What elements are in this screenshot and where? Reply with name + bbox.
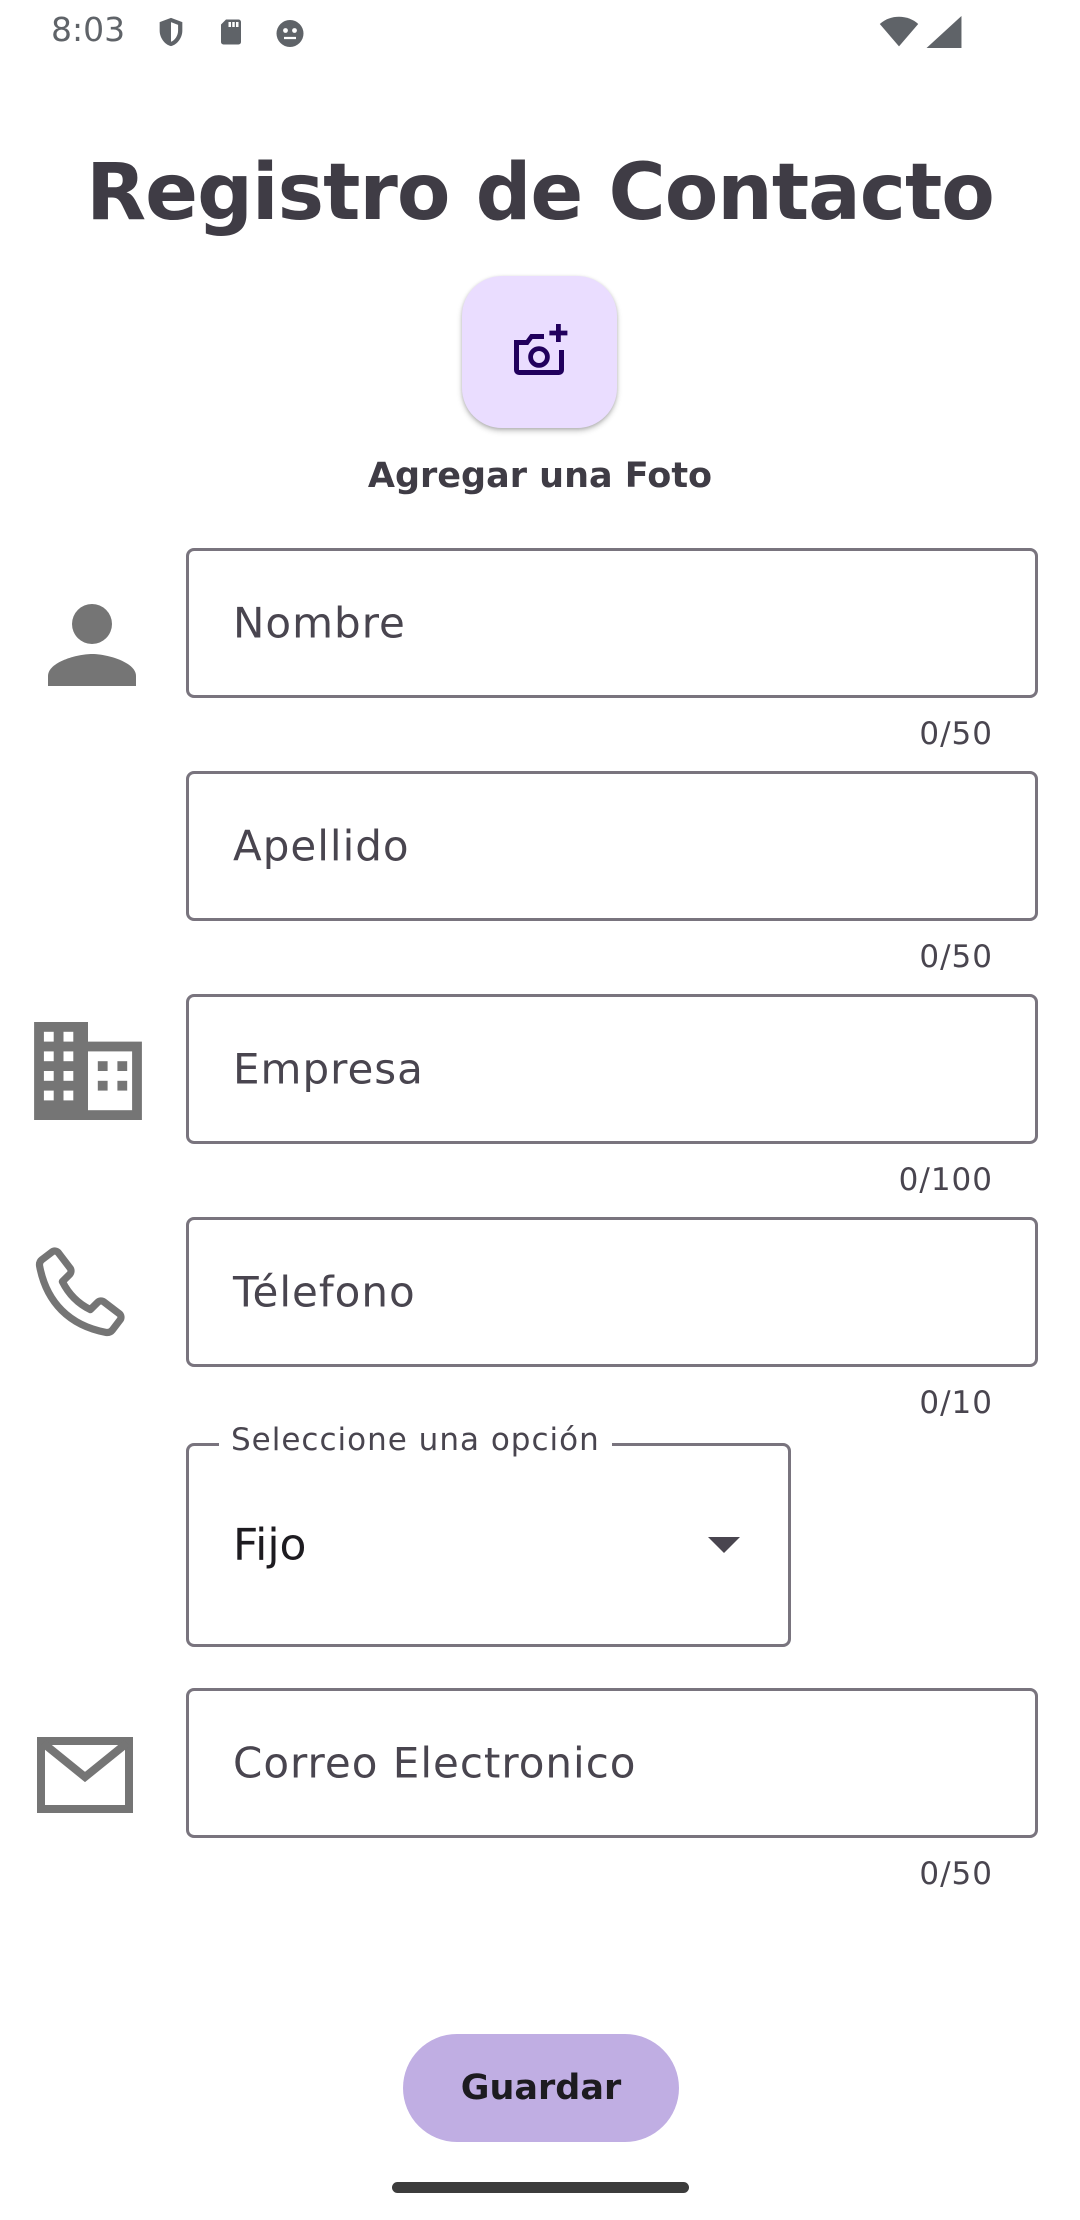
phone-type-label: Seleccione una opción — [219, 1422, 612, 1458]
phone-type-dropdown[interactable]: Seleccione una opción Fijo — [186, 1422, 791, 1647]
cell-signal-icon — [926, 16, 962, 52]
mail-icon — [37, 1737, 133, 1817]
first-name-counter: 0/50 — [919, 716, 993, 752]
sd-card-icon — [216, 14, 246, 54]
page-title: Registro de Contacto — [86, 148, 995, 238]
email-placeholder: Correo Electronico — [233, 1738, 637, 1788]
first-name-placeholder: Nombre — [233, 598, 406, 648]
person-icon — [48, 602, 136, 690]
shield-icon — [154, 14, 188, 54]
dropdown-arrow-icon[interactable] — [708, 1537, 740, 1553]
wifi-icon — [879, 16, 919, 52]
company-counter: 0/100 — [898, 1162, 993, 1198]
business-icon — [33, 1022, 143, 1124]
phone-type-value: Fijo — [233, 1519, 307, 1571]
status-bar: 8:03 — [0, 0, 1080, 64]
add-a-photo-icon — [510, 322, 570, 382]
phone-counter: 0/10 — [919, 1385, 993, 1421]
android-debug-icon — [272, 14, 308, 54]
gesture-navigation-bar[interactable] — [392, 2182, 689, 2193]
email-counter: 0/50 — [919, 1856, 993, 1892]
save-button[interactable]: Guardar — [403, 2034, 679, 2142]
first-name-field[interactable]: Nombre — [186, 548, 1038, 698]
phone-field[interactable]: Télefono — [186, 1217, 1038, 1367]
add-photo-label: Agregar una Foto — [367, 456, 713, 496]
company-field[interactable]: Empresa — [186, 994, 1038, 1144]
phone-placeholder: Télefono — [233, 1267, 416, 1317]
status-time: 8:03 — [51, 10, 126, 49]
add-photo-button[interactable] — [462, 276, 617, 428]
company-placeholder: Empresa — [233, 1044, 424, 1094]
phone-icon — [32, 1244, 128, 1344]
last-name-counter: 0/50 — [919, 939, 993, 975]
email-field[interactable]: Correo Electronico — [186, 1688, 1038, 1838]
last-name-field[interactable]: Apellido — [186, 771, 1038, 921]
last-name-placeholder: Apellido — [233, 821, 410, 871]
